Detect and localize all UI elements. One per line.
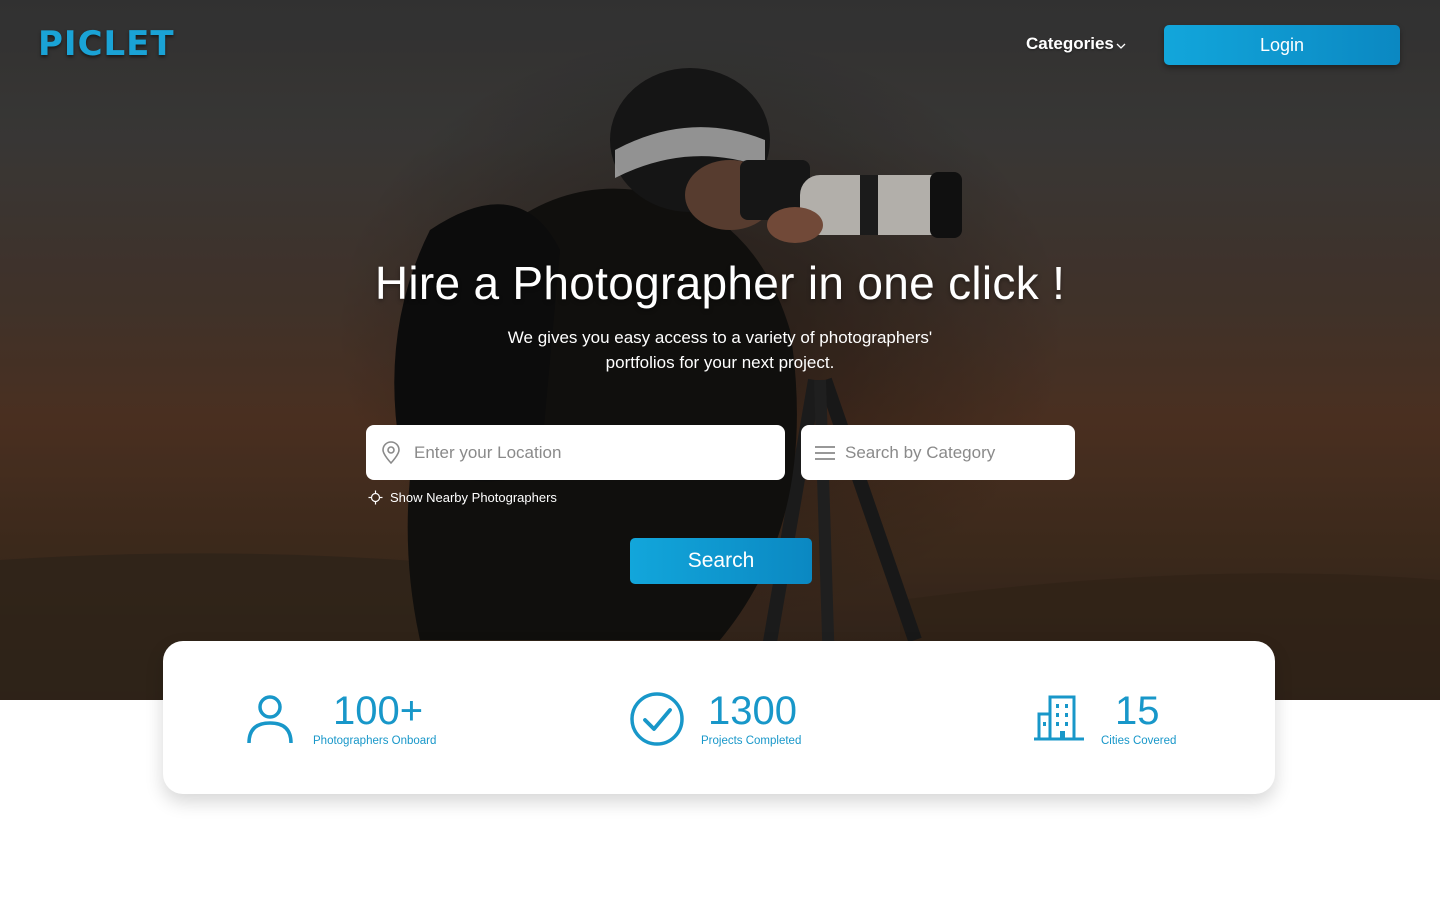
map-pin-icon (382, 440, 400, 464)
category-input[interactable] (845, 442, 1045, 463)
stats-card: 100+ Photographers Onboard 1300 Projects… (163, 641, 1275, 794)
piclet-logo[interactable]: PICLET (38, 24, 175, 64)
hero-title: Hire a Photographer in one click ! (374, 257, 1066, 309)
stat-value: 15 (1115, 689, 1160, 733)
stat-photographers: 100+ Photographers Onboard (245, 641, 545, 794)
check-circle-icon (630, 692, 684, 746)
location-field[interactable] (366, 425, 785, 480)
hero-subtitle: We gives you easy access to a variety of… (470, 325, 970, 375)
stat-label: Projects Completed (701, 735, 802, 747)
show-nearby-link[interactable]: Show Nearby Photographers (368, 490, 557, 505)
chevron-down-icon (1116, 43, 1126, 49)
categories-label: Categories (1026, 34, 1114, 53)
stat-value: 100+ (333, 689, 424, 733)
login-button[interactable]: Login (1164, 25, 1400, 65)
location-input[interactable] (414, 442, 734, 463)
stat-projects: 1300 Projects Completed (629, 641, 929, 794)
stat-label: Photographers Onboard (313, 735, 437, 747)
categories-dropdown[interactable]: Categories (1026, 34, 1126, 54)
hero-subtitle-line-2: portfolios for your next project. (605, 353, 835, 372)
building-icon (1034, 695, 1084, 741)
show-nearby-label: Show Nearby Photographers (390, 490, 557, 505)
hero-subtitle-line-1: We gives you easy access to a variety of… (507, 328, 933, 347)
user-icon (247, 695, 293, 744)
stat-value: 1300 (708, 689, 797, 733)
category-field[interactable] (801, 425, 1075, 480)
stat-label: Cities Covered (1101, 735, 1177, 747)
menu-lines-icon (815, 445, 835, 460)
stat-cities: 15 Cities Covered (1034, 641, 1234, 794)
crosshair-icon (368, 490, 383, 505)
search-button[interactable]: Search (630, 538, 812, 584)
